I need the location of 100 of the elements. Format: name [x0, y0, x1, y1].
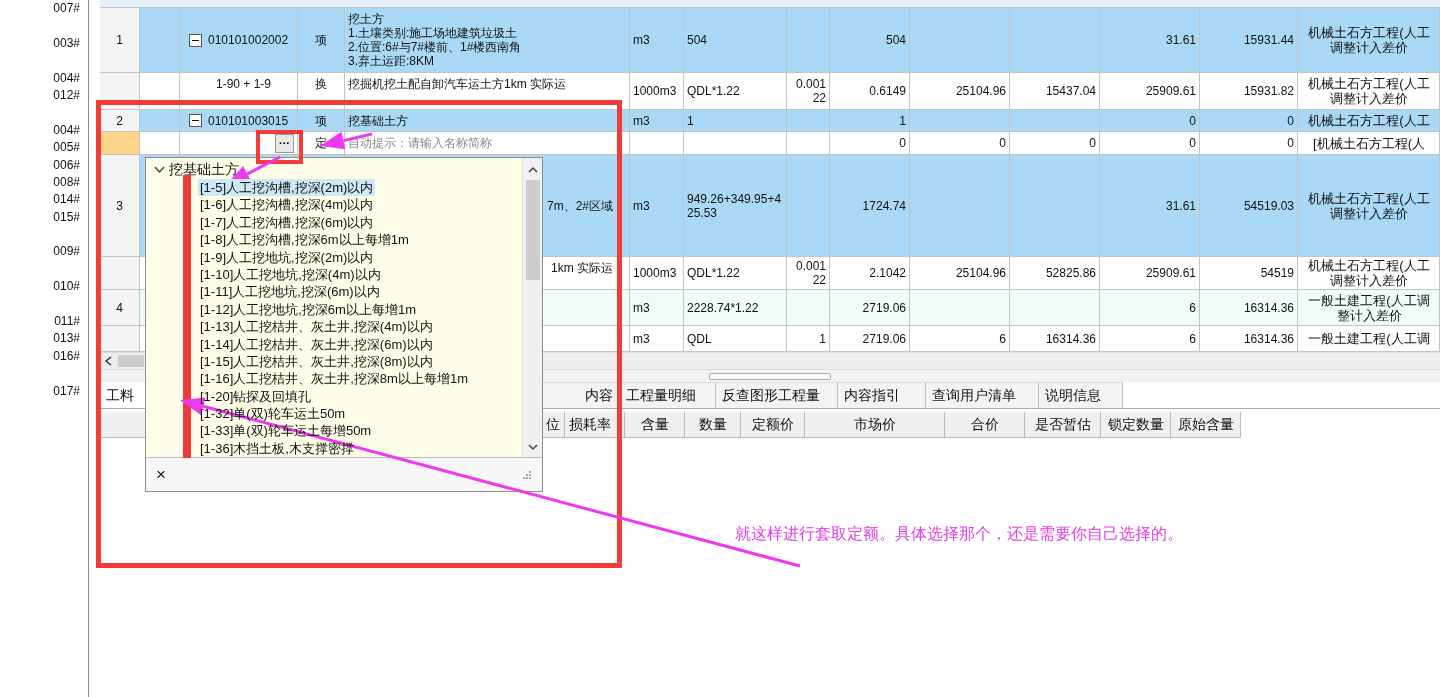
table-cell: 项	[298, 110, 345, 132]
table-cell: 31.61	[1100, 8, 1200, 73]
column-header: 含量	[625, 412, 685, 438]
table-cell: 504	[684, 8, 787, 73]
tree-item[interactable]: [1-14]人工挖桔井、灰土井,挖深(6m)以内	[198, 335, 435, 353]
table-cell: 16314.36	[1200, 290, 1298, 326]
table-cell: 54519.03	[1200, 155, 1298, 257]
table-cell	[100, 132, 140, 155]
table-cell	[787, 110, 830, 132]
table-cell: 31.61	[1100, 155, 1200, 257]
table-cell: 机械土石方工程(人工调整计入差价	[1298, 8, 1440, 73]
column-header: 市场价	[805, 412, 945, 438]
table-cell: 机械土石方工程(人工调整计入差价	[1298, 257, 1440, 290]
column-header: 原始含量	[1171, 412, 1241, 438]
tab[interactable]: 内容	[540, 382, 620, 408]
item-code: 008#	[52, 173, 81, 191]
tab[interactable]: 工程量明细	[620, 382, 716, 408]
table-cell: 1	[830, 110, 910, 132]
tab[interactable]: 说明信息	[1039, 382, 1123, 408]
column-header: 数量	[685, 412, 741, 438]
table-cell: 0	[830, 132, 910, 155]
item-code: 013#	[52, 330, 81, 348]
table-cell: m3	[630, 326, 684, 352]
table-cell: 1	[787, 326, 830, 352]
table-cell: 25909.61	[1100, 257, 1200, 290]
table-cell: 6	[910, 326, 1010, 352]
column-header: 锁定数量	[1101, 412, 1171, 438]
table-cell: 0	[1200, 132, 1298, 155]
tab[interactable]: 反查图形工程量	[716, 382, 838, 408]
table-cell: 504	[830, 8, 910, 73]
column-header: 合价	[945, 412, 1025, 438]
table-cell: QDL*1.22	[684, 73, 787, 110]
table-cell: 0	[1100, 132, 1200, 155]
table-cell: 2719.06	[830, 290, 910, 326]
splitter-handle[interactable]	[709, 372, 831, 380]
tree-item[interactable]: [1-15]人工挖桔井、灰土井,挖深(8m)以内	[198, 352, 435, 371]
table-cell: 15437.04	[1010, 73, 1100, 110]
vertical-scrollbar[interactable]	[522, 158, 542, 457]
item-code: 003#	[52, 34, 81, 52]
table-cell: 4	[100, 290, 140, 326]
table-cell: m3	[630, 8, 684, 73]
column-header: 损耗率	[565, 412, 625, 438]
table-cell: 3	[100, 155, 140, 257]
tree-item[interactable]: [1-12]人工挖地坑,挖深6m以上每增1m	[198, 300, 418, 319]
table-cell: 25104.96	[910, 73, 1010, 110]
item-code: 015#	[52, 208, 81, 226]
table-cell: 52825.86	[1010, 257, 1100, 290]
column-header: 是否暂估	[1025, 412, 1101, 438]
table-cell: 2228.74*1.22	[684, 290, 787, 326]
table-cell: m3	[630, 155, 684, 257]
scrollbar-thumb[interactable]	[525, 180, 540, 280]
close-button[interactable]: ×	[156, 464, 166, 485]
tree-item[interactable]: [1-13]人工挖桔井、灰土井,挖深(4m)以内	[198, 318, 435, 336]
resize-grip-icon[interactable]	[522, 469, 532, 480]
table-cell: 挖基础土方	[345, 110, 630, 132]
item-code: 007#	[52, 0, 81, 17]
scrollbar-thumb[interactable]	[118, 355, 144, 367]
table-cell: 25104.96	[910, 257, 1010, 290]
column-header: 位	[541, 412, 565, 438]
table-cell: 1000m3	[630, 257, 684, 290]
table-cell	[787, 8, 830, 73]
table-cell: 0.00122	[787, 257, 830, 290]
tree-item[interactable]: [1-5]人工挖沟槽,挖深(2m)以内	[198, 179, 376, 197]
column-header: 定额价	[741, 412, 805, 438]
table-cell: 54519	[1200, 257, 1298, 290]
table-cell: 机械土石方工程(人工调整计入差价	[1298, 73, 1440, 110]
table-cell: 2719.06	[830, 326, 910, 352]
table-cell	[787, 132, 830, 155]
table-cell: 0	[1100, 110, 1200, 132]
table-cell: 2	[100, 110, 140, 132]
table-cell: 25909.61	[1100, 73, 1200, 110]
chevron-down-icon[interactable]	[154, 166, 165, 174]
table-cell: 机械土石方工程(人工	[1298, 110, 1440, 132]
tree-item[interactable]: [1-20]钻探及回填孔	[198, 387, 314, 406]
collapse-icon[interactable]	[189, 114, 202, 127]
tree-item[interactable]: [1-16]人工挖桔井、灰土井,挖深8m以上每增1m	[198, 370, 470, 388]
table-cell: [机械土石方工程(人	[1298, 132, 1440, 155]
table-cell: 1	[100, 8, 140, 73]
annotation-text: 就这样进行套取定额。具体选择那个，还是需要你自己选择的。	[735, 524, 1183, 544]
table-cell	[630, 132, 684, 155]
tab[interactable]: 查询用户清单	[926, 382, 1039, 408]
collapse-icon[interactable]	[189, 33, 202, 47]
table-cell: QDL*1.22	[684, 257, 787, 290]
table-cell: 15931.82	[1200, 73, 1298, 110]
table-cell: 机械土石方工程(人工调整计入差价	[1298, 155, 1440, 257]
tree-node[interactable]: 挖基础土方	[169, 161, 239, 179]
table-cell	[787, 290, 830, 326]
table-cell: m3	[630, 110, 684, 132]
table-cell: 16314.36	[1200, 326, 1298, 352]
item-code: 009#	[52, 243, 81, 261]
table-cell: m3	[630, 290, 684, 326]
scroll-down-icon[interactable]	[526, 441, 539, 453]
table-cell: 挖土方 1.土壤类别:施工场地建筑垃圾土 2.位置:6#与7#楼前、1#楼西南角 3.弃土运距:8KM	[345, 8, 630, 73]
item-code: 011#	[53, 313, 81, 331]
table-cell: 15931.44	[1200, 8, 1298, 73]
table-cell: 0	[1200, 110, 1298, 132]
table-cell: 0	[910, 132, 1010, 155]
tab[interactable]: 内容指引	[838, 382, 926, 408]
item-code: 016#	[52, 347, 81, 365]
table-cell: 0.00122	[787, 73, 830, 110]
